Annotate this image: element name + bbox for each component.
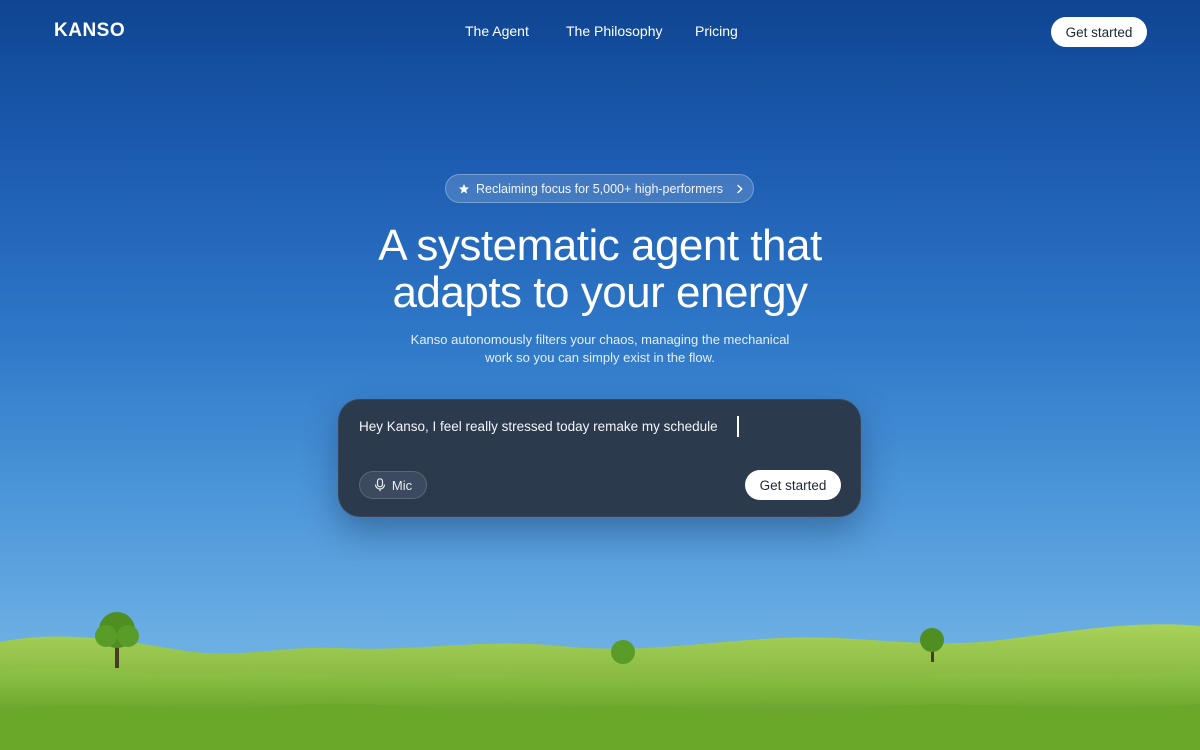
hero-headline: A systematic agent that adapts to your e…: [0, 222, 1200, 316]
microphone-icon: [374, 478, 385, 492]
star-icon: [459, 183, 469, 193]
mic-button[interactable]: Mic: [359, 471, 427, 499]
social-proof-badge[interactable]: Reclaiming focus for 5,000+ high-perform…: [445, 174, 754, 203]
top-navigation: KANSO The Agent The Philosophy Pricing G…: [0, 0, 1200, 64]
hero-subheadline: Kanso autonomously filters your chaos, m…: [0, 331, 1200, 367]
badge-text: Reclaiming focus for 5,000+ high-perform…: [476, 181, 723, 196]
headline-line-1: A systematic agent that: [378, 221, 822, 270]
nav-link-the-philosophy[interactable]: The Philosophy: [566, 23, 663, 39]
mic-label: Mic: [391, 477, 413, 493]
prompt-box: Hey Kanso, I feel really stressed today …: [338, 399, 861, 517]
nav-links: The Agent The Philosophy Pricing: [0, 23, 1200, 43]
prompt-get-started-button[interactable]: Get started: [745, 470, 841, 500]
subhead-line-2: work so you can simply exist in the flow…: [485, 350, 715, 365]
nav-get-started-button[interactable]: Get started: [1051, 17, 1147, 47]
prompt-input[interactable]: Hey Kanso, I feel really stressed today …: [359, 419, 718, 434]
shrub-middle: [611, 640, 635, 664]
text-caret: [737, 416, 739, 437]
headline-line-2: adapts to your energy: [392, 268, 808, 317]
subhead-line-1: Kanso autonomously filters your chaos, m…: [410, 332, 790, 347]
nav-link-pricing[interactable]: Pricing: [695, 23, 738, 39]
grass-hills-landscape: [0, 612, 1200, 750]
chevron-right-icon: [737, 184, 743, 193]
nav-link-the-agent[interactable]: The Agent: [465, 23, 529, 39]
